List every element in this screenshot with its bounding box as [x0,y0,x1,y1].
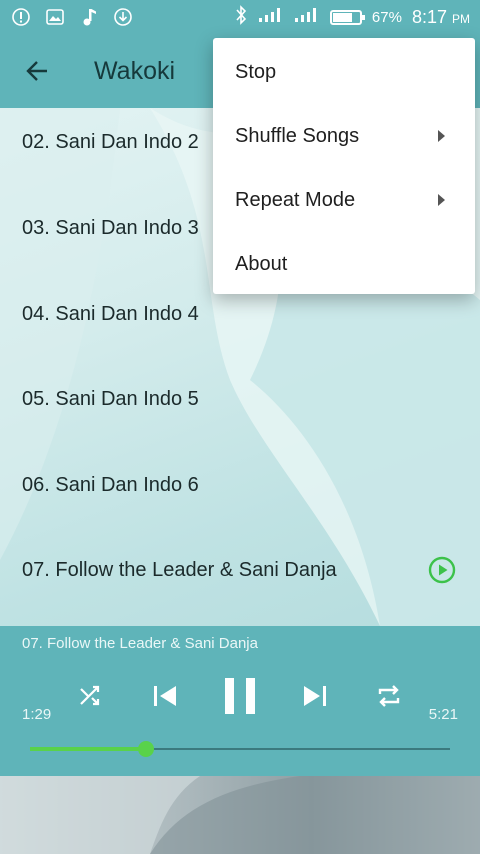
submenu-arrow-icon [438,194,445,206]
menu-item-label: Repeat Mode [235,188,356,211]
image-icon [44,6,66,28]
now-playing-title: 07. Follow the Leader & Sani Danja [22,635,258,652]
song-item[interactable]: 06. Sani Dan Indo 6 [0,445,480,525]
next-button[interactable] [300,672,330,720]
elapsed-time: 1:29 [22,706,52,723]
bluetooth-icon [234,5,248,29]
pause-icon [225,678,255,714]
menu-item-label: Stop [235,60,277,83]
download-icon [112,6,134,28]
arrow-left-icon [26,61,47,81]
song-item-now-playing[interactable]: 07. Follow the Leader & Sani Danja [0,530,480,610]
overflow-menu: Stop Shuffle Songs Repeat Mode About [213,38,475,294]
song-item[interactable]: 05. Sani Dan Indo 5 [0,359,480,439]
seek-bar[interactable] [30,741,450,757]
status-bar: 67% 8:17 PM [0,0,480,34]
shuffle-icon [80,685,100,706]
page-title: Wakoki [94,56,176,85]
menu-item-label: Shuffle Songs [235,124,360,147]
player-controls [0,666,480,726]
repeat-button[interactable] [374,672,404,720]
menu-item-stop[interactable]: Stop [213,40,475,104]
song-title: 05. Sani Dan Indo 5 [22,387,199,410]
repeat-icon [378,685,400,707]
menu-item-shuffle-songs[interactable]: Shuffle Songs [213,104,475,168]
album-art-strip [0,776,480,854]
song-title: 02. Sani Dan Indo 2 [22,130,199,153]
battery-icon [329,9,365,25]
menu-item-repeat-mode[interactable]: Repeat Mode [213,168,475,232]
menu-item-about[interactable]: About [213,232,475,296]
skip-next-icon [304,686,326,706]
shuffle-button[interactable] [76,672,106,720]
song-title: 03. Sani Dan Indo 3 [22,216,199,239]
total-time: 5:21 [428,706,458,723]
song-title: 06. Sani Dan Indo 6 [22,473,199,496]
signal-icon [294,7,320,27]
menu-item-label: About [235,252,288,275]
alert-icon [10,6,32,28]
battery-percent: 67% [371,8,402,26]
song-title: 04. Sani Dan Indo 4 [22,302,199,325]
clock-time: 8:17 [411,6,447,27]
pause-button[interactable] [220,672,260,720]
player-panel: 07. Follow the Leader & Sani Danja 1:29 … [0,626,480,776]
submenu-arrow-icon [438,130,445,142]
play-circle-icon [428,556,456,584]
status-clock: 8:17 PM [412,7,470,28]
song-title: 07. Follow the Leader & Sani Danja [22,558,337,581]
seek-thumb[interactable] [138,741,154,757]
clock-ampm: PM [452,11,470,26]
skip-previous-icon [154,686,176,706]
seek-progress [30,747,146,751]
previous-button[interactable] [150,672,180,720]
signal-icon [258,7,284,27]
back-button[interactable] [22,55,54,87]
music-note-icon [78,6,100,28]
